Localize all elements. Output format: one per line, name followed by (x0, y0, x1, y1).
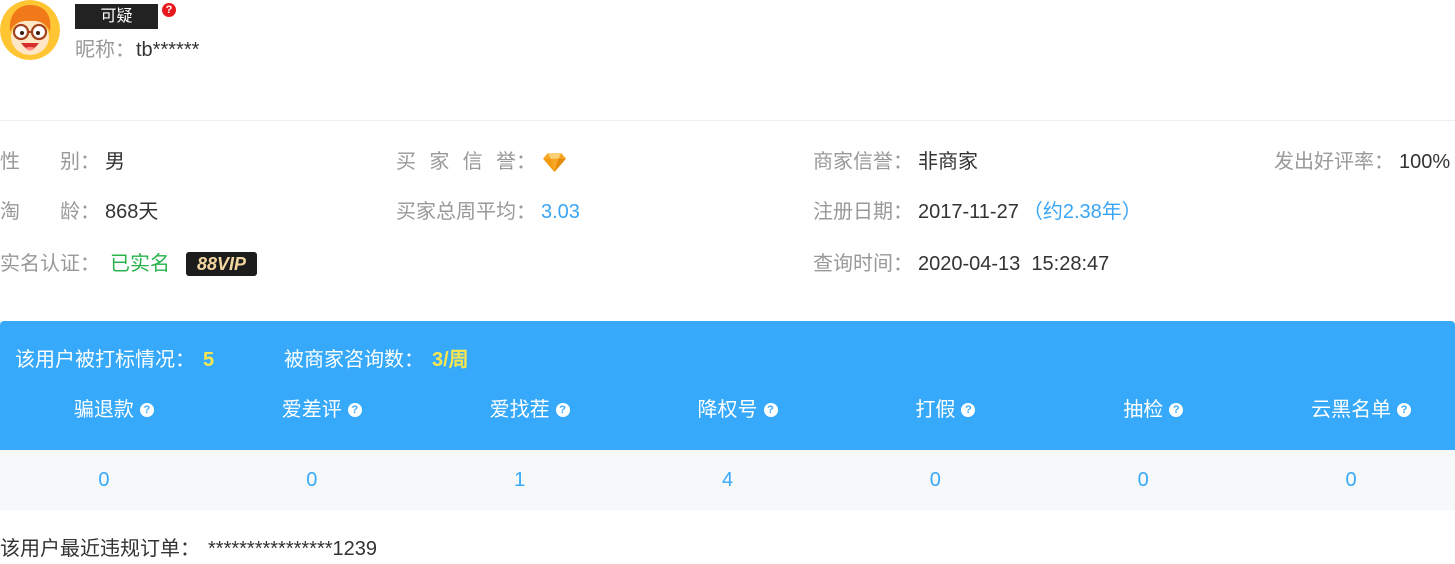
gender-value: 男 (105, 151, 125, 173)
flag-value-cloud-blacklist: 0 (1345, 469, 1357, 491)
flag-panel: 该用户被打标情况 ： 5 被商家咨询数 ： 3/周 骗退款? 爱差评? 爱找茬?… (0, 321, 1455, 450)
cartoon-avatar-icon (0, 0, 60, 60)
question-circle-icon[interactable]: ? (1169, 403, 1184, 417)
flag-col-demoted-account: 降权号? (624, 398, 832, 422)
flag-col-spot-check: 抽检? (1039, 398, 1247, 422)
flag-col-bad-review: 爱差评? (208, 398, 416, 422)
marked-label: 该用户被打标情况 (15, 349, 175, 371)
info-real-name: 实名认证 ： 已实名 88VIP (0, 252, 258, 276)
flag-value-refund-scam: 0 (98, 469, 110, 491)
label-colon: ： (893, 201, 913, 223)
flag-col-label: 打假? (915, 398, 976, 422)
seller-credit-value: 非商家 (918, 151, 978, 173)
flag-value-nitpick: 1 (514, 469, 526, 491)
label-colon: ： (893, 253, 913, 275)
marked-count: 5 (203, 349, 215, 371)
consult-summary: 被商家咨询数 ： 3/周 (284, 348, 469, 372)
gender-label: 性别 (0, 151, 80, 173)
flag-col-cloud-blacklist: 云黑名单? (1247, 398, 1455, 422)
flag-col-text: 骗退款 (73, 399, 134, 421)
question-circle-icon[interactable]: ? (139, 403, 154, 417)
consult-label: 被商家咨询数 (284, 349, 404, 371)
query-time-value: 2020-04-13 15:28:47 (918, 253, 1110, 275)
flag-columns-header: 骗退款? 爱差评? 爱找茬? 降权号? 打假? 抽检? 云黑名单? (0, 398, 1455, 422)
vip-badge: 88VIP (186, 252, 258, 276)
info-positive-rate: 发出好评率 ： 100% (1274, 150, 1450, 174)
positive-rate-label: 发出好评率 (1274, 151, 1374, 173)
flag-col-text: 爱找茬 (489, 399, 550, 421)
flag-values-row: 0 0 1 4 0 0 0 (0, 450, 1455, 510)
info-account-age: 淘龄 ： 868天 (0, 200, 158, 224)
account-age-label: 淘龄 (0, 201, 80, 223)
avatar (0, 0, 60, 60)
label-colon: ： (180, 538, 200, 560)
positive-rate-value: 100% (1399, 151, 1451, 173)
account-age-value: 868天 (105, 201, 159, 223)
flag-col-anti-counterfeit: 打假? (831, 398, 1039, 422)
flag-col-label: 爱找茬? (489, 398, 570, 422)
flag-col-text: 爱差评 (281, 399, 342, 421)
flag-col-label: 爱差评? (281, 398, 362, 422)
register-date-label: 注册日期 (813, 201, 893, 223)
buyer-credit-label: 买家信誉 (396, 151, 516, 173)
info-buyer-credit: 买家信誉 ： (396, 150, 566, 174)
question-circle-icon[interactable]: ? (555, 403, 570, 417)
label-colon: ： (115, 39, 135, 61)
label-colon: ： (80, 151, 100, 173)
flag-value-anti-counterfeit: 0 (929, 469, 941, 491)
consult-value: 3/周 (432, 349, 469, 371)
flag-value-demoted-account: 4 (721, 469, 734, 491)
flag-value-bad-review: 0 (306, 469, 318, 491)
real-name-label: 实名认证 (0, 253, 80, 275)
query-time-label: 查询时间 (813, 253, 893, 275)
flag-col-label: 云黑名单? (1311, 398, 1412, 422)
label-colon: ： (404, 349, 424, 371)
user-check-page: 可疑 ? 昵称 ： tb****** 性别 ： 男 买家信誉 ： 商家信誉 ： … (0, 0, 1455, 564)
label-colon: ： (80, 201, 100, 223)
flag-col-label: 骗退款? (73, 398, 154, 422)
flag-col-label: 抽检? (1123, 398, 1184, 422)
nickname-value: tb****** (136, 39, 200, 61)
marked-summary: 该用户被打标情况 ： 5 (15, 348, 214, 372)
question-circle-icon[interactable]: ? (961, 403, 976, 417)
info-query-time: 查询时间 ： 2020-04-13 15:28:47 (813, 252, 1109, 276)
violation-order-number: ****************1239 (208, 538, 378, 560)
register-date-value: 2017-11-27 (918, 201, 1019, 223)
flag-col-text: 降权号 (697, 399, 758, 421)
recent-violation-order: 该用户最近违规订单 ： ****************1239 (0, 537, 377, 561)
flag-col-text: 云黑名单 (1311, 399, 1392, 421)
register-duration-note: （约2.38年） (1022, 201, 1142, 223)
violation-label: 该用户最近违规订单 (0, 538, 180, 560)
buyer-weekly-avg-label: 买家总周平均 (396, 201, 516, 223)
info-seller-credit: 商家信誉 ： 非商家 (813, 150, 978, 174)
real-name-value: 已实名 (110, 253, 170, 275)
question-circle-icon[interactable]: ? (763, 403, 778, 417)
seller-credit-label: 商家信誉 (813, 151, 893, 173)
divider (0, 120, 1455, 121)
diamond-icon (543, 152, 566, 172)
suspicious-tag: 可疑 (75, 4, 158, 29)
flag-value-spot-check: 0 (1137, 469, 1149, 491)
flag-col-refund-scam: 骗退款? (0, 398, 208, 422)
buyer-weekly-avg-value: 3.03 (541, 201, 580, 223)
flag-col-text: 抽检 (1123, 399, 1164, 421)
label-colon: ： (80, 253, 100, 275)
info-gender: 性别 ： 男 (0, 150, 125, 174)
label-colon: ： (175, 349, 195, 371)
question-circle-icon[interactable]: ? (1397, 403, 1412, 417)
nickname-label: 昵称 (75, 39, 115, 61)
flag-col-label: 降权号? (697, 398, 778, 422)
question-circle-icon[interactable]: ? (162, 3, 176, 17)
label-colon: ： (1374, 151, 1394, 173)
flag-col-text: 打假 (915, 399, 956, 421)
question-circle-icon[interactable]: ? (347, 403, 362, 417)
info-buyer-weekly-avg: 买家总周平均 ： 3.03 (396, 200, 580, 224)
info-register-date: 注册日期 ： 2017-11-27 （约2.38年） (813, 200, 1142, 224)
label-colon: ： (516, 201, 536, 223)
flag-col-nitpick: 爱找茬? (416, 398, 624, 422)
label-colon: ： (516, 151, 536, 173)
nickname-line: 昵称 ： tb****** (75, 38, 199, 62)
label-colon: ： (893, 151, 913, 173)
